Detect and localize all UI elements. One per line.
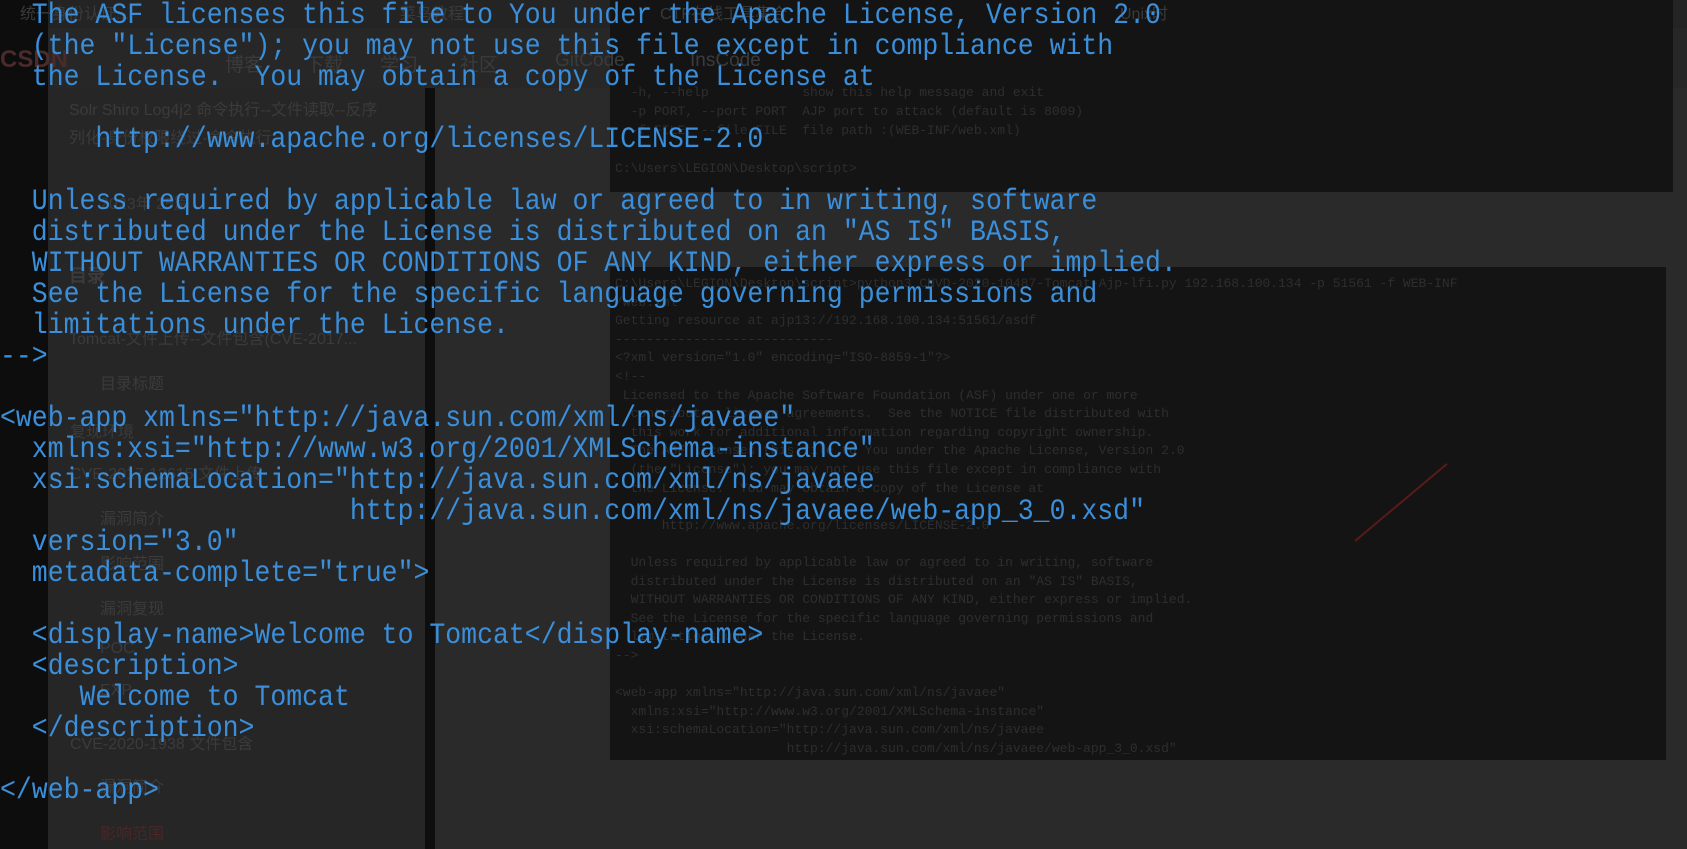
code-line: </description> [0, 711, 255, 745]
code-line: distributed under the License is distrib… [0, 215, 1066, 249]
code-line: http://java.sun.com/xml/ns/javaee/web-ap… [0, 494, 1145, 528]
code-line: the License. You may obtain a copy of th… [0, 60, 875, 94]
sidebar-toc-item[interactable]: 影响范围 [100, 820, 164, 844]
code-line: Welcome to Tomcat [0, 680, 350, 714]
xml-file-content: The ASF licenses this file to You under … [0, 0, 1177, 807]
code-line: <display-name>Welcome to Tomcat</display… [0, 618, 764, 652]
code-line: <web-app xmlns="http://java.sun.com/xml/… [0, 401, 796, 435]
code-line: The ASF licenses this file to You under … [0, 0, 1161, 32]
code-line: limitations under the License. [0, 308, 509, 342]
code-line: Unless required by applicable law or agr… [0, 184, 1098, 218]
code-line: See the License for the specific languag… [0, 277, 1098, 311]
code-line: WITHOUT WARRANTIES OR CONDITIONS OF ANY … [0, 246, 1177, 280]
code-line: http://www.apache.org/licenses/LICENSE-2… [0, 122, 764, 156]
code-line: metadata-complete="true"> [0, 556, 430, 590]
code-line: xmlns:xsi="http://www.w3.org/2001/XMLSch… [0, 432, 875, 466]
code-line: (the "License"); you may not use this fi… [0, 29, 1114, 63]
code-line: <description> [0, 649, 239, 683]
code-line: xsi:schemaLocation="http://java.sun.com/… [0, 463, 875, 497]
code-line: --> [0, 339, 48, 373]
code-line: version="3.0" [0, 525, 239, 559]
code-line: </web-app> [0, 773, 160, 807]
